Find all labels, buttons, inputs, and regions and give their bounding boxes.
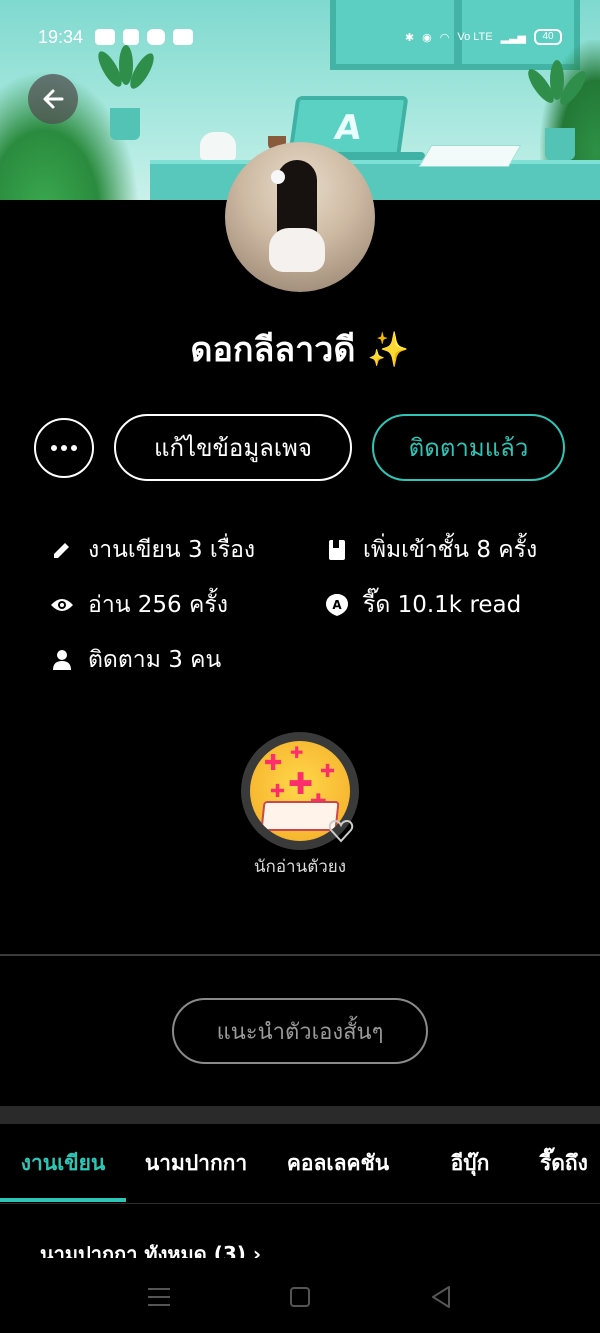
section-divider [0,954,600,956]
banner-cat [200,132,236,160]
home-icon[interactable] [290,1286,310,1307]
pen-names-heading-text: นามปากกา ทั้งหมด (3) › [40,1244,262,1258]
active-tab-indicator [0,1198,126,1202]
video-app-icon [173,29,194,45]
tab-collections[interactable]: คอลเลคชัน [276,1124,400,1202]
arrow-left-icon [43,89,64,109]
tab-pen-names[interactable]: นามปากกา [136,1124,256,1202]
banner-desk [150,160,600,200]
edit-page-button[interactable]: แก้ไขข้อมูลเพจ [114,414,352,481]
dot-icon [51,445,57,451]
profile-tabs: งานเขียน นามปากกา คอลเลคชัน อีบุ๊ก รี๊ดถ… [0,1124,600,1204]
stat-reed: A รี๊ด 10.1k read [325,587,521,623]
menu-icon[interactable] [148,1287,170,1306]
tab-works[interactable]: งานเขียน [0,1124,126,1202]
alarm-icon: ◉ [422,31,432,44]
section-separator [0,1106,600,1124]
system-nav-bar [0,1260,600,1333]
heart-outline-icon [328,819,354,843]
banner-laptop-letter: A [332,108,364,148]
stat-following-text: ติดตาม 3 คน [88,647,222,673]
back-triangle-icon[interactable] [430,1285,452,1309]
stat-following: ติดตาม 3 คน [50,642,221,678]
stat-reed-text: รี๊ด 10.1k read [363,592,522,618]
status-bar: 19:34 ✱ ◉ ◠ Vo LTE ▂▃▅ 40 [0,22,600,52]
wifi-icon: ◠ [439,31,450,44]
bluetooth-icon: ✱ [404,31,415,44]
chat-app-icon [147,29,166,45]
pencil-icon [50,538,74,562]
banner-papers [418,145,522,167]
eye-icon [50,593,74,617]
facebook-icon [123,29,140,45]
status-right: ✱ ◉ ◠ Vo LTE ▂▃▅ 40 [405,29,562,45]
pen-names-heading[interactable]: นามปากกา ทั้งหมด (3) › [40,1244,261,1258]
following-button[interactable]: ติดตามแล้ว [372,414,565,481]
status-time: 19:34 [38,26,84,47]
read-badge-icon: A [325,593,349,617]
svg-text:A: A [332,598,342,612]
signal-icon: ▂▃▅ [500,31,526,44]
stat-works-text: งานเขียน 3 เรื่อง [88,537,256,563]
badge-label: นักอ่านตัวยง [253,857,347,877]
tab-reed[interactable]: รี๊ดถึง [540,1124,600,1202]
short-intro-button[interactable]: แนะนำตัวเองสั้นๆ [172,998,428,1064]
network-label: Vo LTE [457,31,493,43]
potted-plant-icon [85,45,165,140]
youtube-icon [95,29,116,45]
stat-works: งานเขียน 3 เรื่อง [50,532,255,568]
stat-reads-text: อ่าน 256 ครั้ง [88,592,228,618]
avatar[interactable] [225,142,375,292]
battery-icon: 40 [534,29,562,45]
potted-plant-icon [520,60,600,160]
stat-reads: อ่าน 256 ครั้ง [50,587,228,623]
book-icon [325,538,349,562]
stat-shelf-text: เพิ่มเข้าชั้น 8 ครั้ง [363,537,538,563]
notification-icons [95,29,194,45]
stat-shelf: เพิ่มเข้าชั้น 8 ครั้ง [325,532,537,568]
person-icon [50,648,74,672]
tab-ebooks[interactable]: อีบุ๊ก [420,1124,520,1202]
more-options-button[interactable] [34,418,94,478]
profile-name: ดอกลีลาวดี ✨ [190,330,410,370]
back-button[interactable] [28,74,78,124]
